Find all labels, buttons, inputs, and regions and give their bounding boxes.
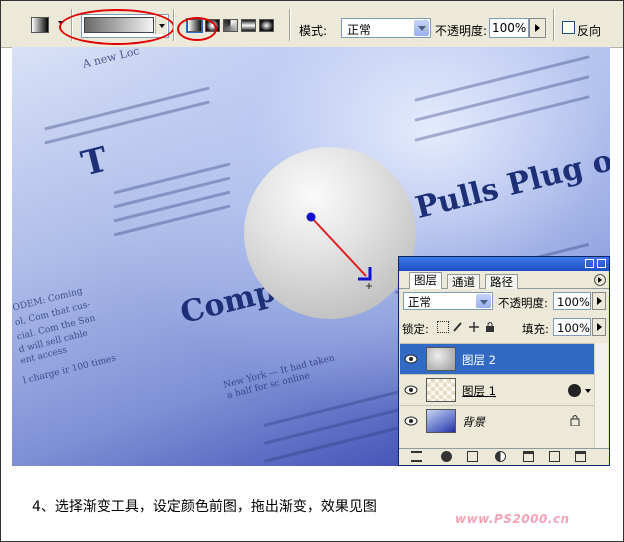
panel-menu-button[interactable] [594, 274, 606, 286]
reverse-label: 反向 [577, 24, 602, 38]
layers-panel-footer [399, 448, 609, 465]
blend-mode-select[interactable]: 正常 [403, 292, 493, 310]
diamond-gradient-icon[interactable] [259, 19, 274, 32]
mode-label: 模式: [299, 24, 328, 38]
layer-thumbnail [426, 347, 456, 371]
adjustment-layer-icon[interactable] [495, 451, 506, 462]
layer-mask-icon[interactable] [467, 451, 478, 462]
tab-layers[interactable]: 图层 [409, 272, 442, 289]
eye-icon[interactable] [404, 353, 418, 365]
gradient-options-bar: 模式: 正常 不透明度: 100% 反向 [1, 1, 623, 48]
layer-row-layer2[interactable]: 图层 2 [400, 343, 595, 374]
gradient-tool-icon[interactable] [31, 17, 49, 33]
layer-style-icon[interactable] [568, 384, 581, 397]
mode-select[interactable]: 正常 [341, 18, 431, 38]
layers-panel: 图层 通道 路径 正常 不透明度: 100% 锁定: 填充: 100% 图层 2… [398, 256, 610, 466]
layer-style-icon[interactable] [441, 451, 452, 462]
step-caption: 4、选择渐变工具，设定颜色前图，拖出渐变，效果见图 [32, 499, 377, 515]
lock-icon [570, 415, 580, 429]
gradient-start-point [306, 212, 316, 222]
reverse-checkbox[interactable] [562, 21, 575, 34]
trash-icon[interactable] [575, 451, 586, 462]
chevron-down-icon[interactable] [585, 389, 591, 393]
lock-label: 锁定: [402, 322, 429, 336]
opacity-field[interactable]: 100% [489, 18, 529, 38]
layer-thumbnail [426, 378, 456, 402]
fill-label: 填充: [522, 322, 549, 336]
chevron-down-icon[interactable] [414, 20, 429, 36]
gradient-picker-highlight [59, 9, 175, 45]
layer-opacity-slider-button[interactable] [592, 292, 606, 310]
new-group-icon[interactable] [523, 451, 534, 462]
toolbar-separator [289, 9, 291, 41]
opacity-value: 100% [492, 21, 527, 35]
layers-panel-titlebar[interactable] [399, 257, 609, 271]
reflected-gradient-icon[interactable] [241, 19, 256, 32]
eye-icon[interactable] [404, 415, 418, 427]
eye-icon[interactable] [404, 384, 418, 396]
layer-thumbnail [426, 409, 456, 433]
link-layers-icon[interactable] [411, 451, 422, 462]
watermark: www.PS2000.cn [455, 512, 570, 526]
toolbar-separator [173, 9, 175, 41]
layer-name[interactable]: 图层 1 [462, 383, 496, 399]
layer-opacity-label: 不透明度: [498, 296, 548, 310]
new-layer-icon[interactable] [549, 451, 560, 462]
fill-field[interactable]: 100% [553, 318, 591, 336]
mode-value: 正常 [347, 23, 372, 37]
lock-transparency-icon[interactable] [437, 321, 449, 333]
tab-channels[interactable]: 通道 [447, 274, 480, 289]
fill-value: 100% [557, 321, 590, 335]
opacity-slider-button[interactable] [529, 18, 546, 38]
close-icon[interactable] [597, 259, 606, 268]
toolbar-separator [553, 9, 555, 41]
layers-scrollbar[interactable] [594, 343, 608, 451]
gradient-direction-line [310, 216, 367, 277]
layer-name[interactable]: 背景 [462, 414, 485, 430]
chevron-down-icon[interactable] [476, 294, 491, 308]
layer-opacity-field[interactable]: 100% [553, 292, 591, 310]
fill-slider-button[interactable] [592, 318, 606, 336]
layer-row-background[interactable]: 背景 [400, 405, 595, 436]
lock-position-icon[interactable] [469, 321, 479, 332]
crosshair-cursor-icon [366, 283, 372, 289]
blend-mode-value: 正常 [408, 295, 431, 309]
lock-image-icon[interactable] [453, 321, 463, 332]
minimize-icon[interactable] [585, 259, 594, 268]
layer-name[interactable]: 图层 2 [462, 352, 496, 368]
tab-paths[interactable]: 路径 [485, 274, 518, 289]
layer-row-layer1[interactable]: 图层 1 [400, 374, 595, 405]
layer-opacity-value: 100% [557, 295, 590, 309]
linear-gradient-highlight [177, 17, 217, 41]
lock-all-icon[interactable] [485, 321, 495, 332]
angle-gradient-icon[interactable] [223, 19, 238, 32]
opacity-label: 不透明度: [435, 24, 488, 38]
layers-panel-tabs: 图层 通道 路径 [399, 272, 609, 289]
